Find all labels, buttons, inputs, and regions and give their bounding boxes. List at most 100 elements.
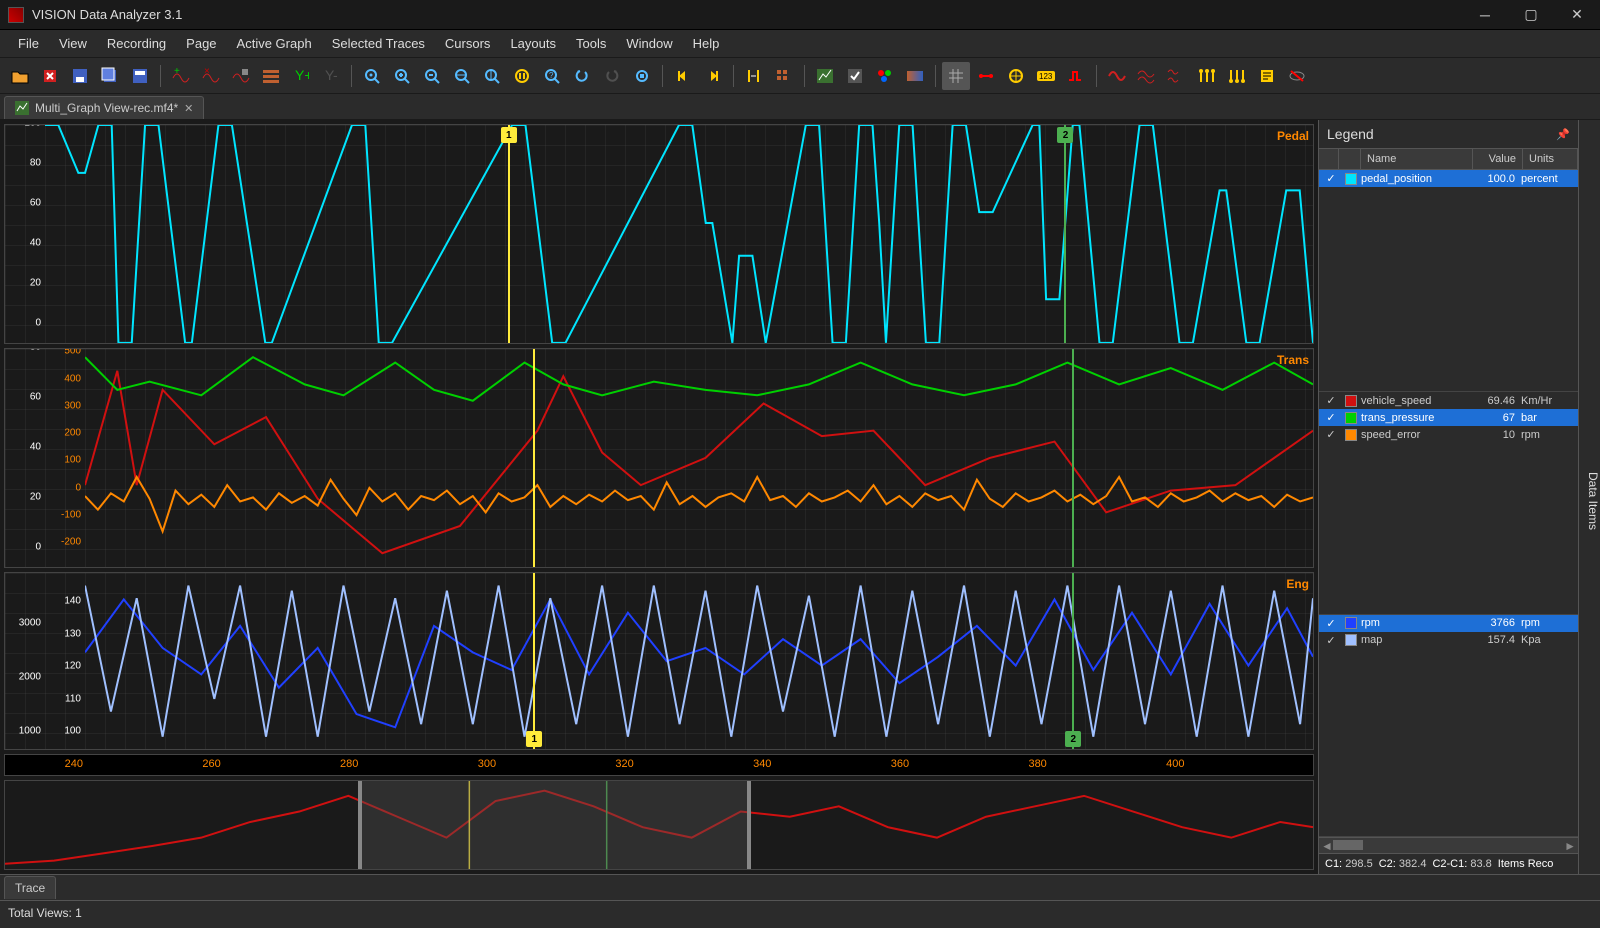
svg-text:×: ×: [204, 68, 210, 77]
cursor-info: C1: 298.5 C2: 382.4 C2-C1: 83.8 Items Re…: [1319, 853, 1578, 874]
trace-properties-icon[interactable]: [227, 62, 255, 90]
document-tabs: Multi_Graph View-rec.mf4* ✕: [0, 94, 1600, 120]
legend-row-vehicle_speed[interactable]: ✓ vehicle_speed 69.46 Km/Hr: [1319, 392, 1578, 409]
trace-units: rpm: [1521, 429, 1576, 441]
menu-view[interactable]: View: [49, 32, 97, 55]
zoom-y-icon[interactable]: [478, 62, 506, 90]
svg-text:?: ?: [549, 71, 554, 80]
delete-icon[interactable]: [36, 62, 64, 90]
grid-toggle-icon[interactable]: [942, 62, 970, 90]
tab-label: Multi_Graph View-rec.mf4*: [35, 101, 178, 115]
zoom-in-icon[interactable]: [388, 62, 416, 90]
menu-tools[interactable]: Tools: [566, 32, 616, 55]
legend-row-rpm[interactable]: ✓ rpm 3766 rpm: [1319, 615, 1578, 632]
zoom-help-icon[interactable]: ?: [538, 62, 566, 90]
sine-grid-icon[interactable]: [1163, 62, 1191, 90]
tab-multigraph[interactable]: Multi_Graph View-rec.mf4* ✕: [4, 96, 204, 119]
legend-row-pedal_position[interactable]: ✓ pedal_position 100.0 percent: [1319, 170, 1578, 187]
menu-recording[interactable]: Recording: [97, 32, 176, 55]
graph-title: Eng: [1286, 577, 1309, 591]
zoom-fit-icon[interactable]: [358, 62, 386, 90]
save-all-icon[interactable]: [96, 62, 124, 90]
trace-units: rpm: [1521, 617, 1576, 629]
save-icon[interactable]: [66, 62, 94, 90]
remove-trace-icon[interactable]: ×: [197, 62, 225, 90]
legend-hscroll[interactable]: ◄ ►: [1319, 837, 1578, 853]
legend-row-map[interactable]: ✓ map 157.4 Kpa: [1319, 632, 1578, 649]
chart-type-icon[interactable]: [811, 62, 839, 90]
crosshair-icon[interactable]: [1002, 62, 1030, 90]
menu-window[interactable]: Window: [616, 32, 682, 55]
cursor-1-flag[interactable]: 1: [501, 127, 517, 143]
zoom-region-icon[interactable]: [628, 62, 656, 90]
step-mode-icon[interactable]: [1062, 62, 1090, 90]
graph-panel-pedal[interactable]: Pedal 020406080100 1 2: [4, 124, 1314, 344]
checkbox-icon[interactable]: ✓: [1321, 394, 1341, 407]
checkbox-icon[interactable]: ✓: [1321, 428, 1341, 441]
overview-strip[interactable]: [4, 780, 1314, 870]
checkbox-icon[interactable]: ✓: [1321, 634, 1341, 647]
add-trace-icon[interactable]: +: [167, 62, 195, 90]
checkbox-icon[interactable]: ✓: [1321, 172, 1341, 185]
trace-list-icon[interactable]: [257, 62, 285, 90]
overview-window[interactable]: [358, 781, 750, 869]
checkbox-icon[interactable]: ✓: [1321, 617, 1341, 630]
menu-cursors[interactable]: Cursors: [435, 32, 501, 55]
color-swatch: [1345, 173, 1357, 185]
step-fwd-icon[interactable]: [699, 62, 727, 90]
open-icon[interactable]: [6, 62, 34, 90]
zoom-redo-icon[interactable]: [598, 62, 626, 90]
title-bar: VISION Data Analyzer 3.1 ─ ▢ ✕: [0, 0, 1600, 30]
minimize-button[interactable]: ─: [1462, 0, 1508, 29]
trace-name: rpm: [1361, 617, 1471, 629]
toolbar: + × Y+ Y- ? 123: [0, 58, 1600, 94]
menu-page[interactable]: Page: [176, 32, 226, 55]
zoom-undo-icon[interactable]: [568, 62, 596, 90]
checkbox-icon[interactable]: ✓: [1321, 411, 1341, 424]
tab-close-icon[interactable]: ✕: [184, 102, 193, 115]
graph-panel-eng[interactable]: Eng 1000200030004000 100110120130140150 …: [4, 572, 1314, 750]
menu-active-graph[interactable]: Active Graph: [227, 32, 322, 55]
trace-value: 10: [1471, 429, 1521, 441]
markers-a-icon[interactable]: [1193, 62, 1221, 90]
legend-columns: Name Value Units: [1319, 149, 1578, 170]
close-button[interactable]: ✕: [1554, 0, 1600, 29]
add-y-axis-icon[interactable]: Y+: [287, 62, 315, 90]
menu-help[interactable]: Help: [683, 32, 730, 55]
trace-units: percent: [1521, 173, 1576, 185]
legend-row-trans_pressure[interactable]: ✓ trans_pressure 67 bar: [1319, 409, 1578, 426]
tab-trace[interactable]: Trace: [4, 876, 56, 899]
menu-layouts[interactable]: Layouts: [500, 32, 566, 55]
bottom-tabs: Trace: [0, 874, 1600, 900]
gradient-icon[interactable]: [901, 62, 929, 90]
sine-icon[interactable]: [1103, 62, 1131, 90]
checkbox-list-icon[interactable]: [841, 62, 869, 90]
cursors-grid-icon[interactable]: [770, 62, 798, 90]
cursor-2-flag[interactable]: 2: [1065, 731, 1081, 747]
legend-row-speed_error[interactable]: ✓ speed_error 10 rpm: [1319, 426, 1578, 443]
line-style-icon[interactable]: [972, 62, 1000, 90]
values-label-icon[interactable]: 123: [1032, 62, 1060, 90]
cursor-1-flag[interactable]: 1: [526, 731, 542, 747]
notes-icon[interactable]: [1253, 62, 1281, 90]
data-items-tab[interactable]: Data Items: [1578, 120, 1600, 874]
step-back-icon[interactable]: [669, 62, 697, 90]
zoom-out-icon[interactable]: [418, 62, 446, 90]
color-palette-icon[interactable]: [871, 62, 899, 90]
sine-multi-icon[interactable]: [1133, 62, 1161, 90]
zoom-x-icon[interactable]: [448, 62, 476, 90]
zoom-pause-icon[interactable]: [508, 62, 536, 90]
remove-y-axis-icon[interactable]: Y-: [317, 62, 345, 90]
graph-panel-trans[interactable]: Trans 020406080trans_pressure (bar, Km/H…: [4, 348, 1314, 568]
trace-units: bar: [1521, 412, 1576, 424]
pin-icon[interactable]: 📌: [1556, 128, 1570, 141]
menu-file[interactable]: File: [8, 32, 49, 55]
hide-icon[interactable]: [1283, 62, 1311, 90]
maximize-button[interactable]: ▢: [1508, 0, 1554, 29]
cursors-icon[interactable]: [740, 62, 768, 90]
menu-selected-traces[interactable]: Selected Traces: [322, 32, 435, 55]
graph-title: Trans: [1277, 353, 1309, 367]
markers-b-icon[interactable]: [1223, 62, 1251, 90]
cursor-2-flag[interactable]: 2: [1057, 127, 1073, 143]
save-as-icon[interactable]: [126, 62, 154, 90]
